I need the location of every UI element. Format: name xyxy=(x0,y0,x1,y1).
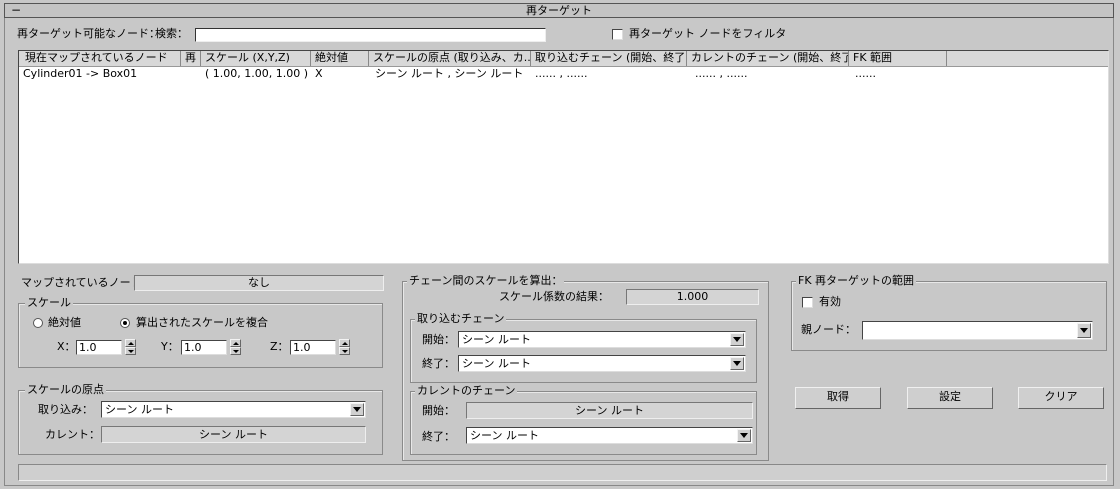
parent-node-label: 親ノード： xyxy=(801,323,856,336)
cell-mapped-node: Cylinder01 -> Box01 xyxy=(23,67,138,80)
filter-checkbox[interactable] xyxy=(612,29,623,40)
fk-range-group: FK 再ターゲットの範囲 xyxy=(791,274,1107,351)
import-start-value: シーン ルート xyxy=(462,333,531,346)
chevron-down-icon[interactable] xyxy=(730,333,744,346)
x-label: X： xyxy=(57,340,76,353)
cell-scale-origin: シーン ルート , シーン ルート xyxy=(375,67,524,80)
origin-current-value: シーン ルート xyxy=(101,426,366,443)
fk-range-title: FK 再ターゲットの範囲 xyxy=(796,274,917,288)
cell-absolute: X xyxy=(315,67,323,80)
origin-import-dropdown[interactable]: シーン ルート xyxy=(101,401,366,418)
scale-result-label: スケール係数の結果： xyxy=(499,290,609,303)
col-absolute[interactable]: 絶対値 xyxy=(311,51,369,66)
parent-node-dropdown[interactable] xyxy=(862,321,1093,340)
cell-fk-range: ...... xyxy=(855,67,876,80)
chevron-down-icon[interactable] xyxy=(350,403,364,416)
x-spinner[interactable] xyxy=(125,339,136,356)
origin-import-label: 取り込み： xyxy=(38,403,93,416)
import-start-label: 開始： xyxy=(422,333,455,346)
fk-enabled-label: 有効 xyxy=(819,295,841,308)
scale-group: スケール xyxy=(18,296,383,368)
table-header: 現在マップされているノード 再 スケール (X,Y,Z) 絶対値 スケールの原点… xyxy=(19,51,1108,67)
chevron-down-icon[interactable] xyxy=(730,357,744,370)
col-mapped-node[interactable]: 現在マップされているノード xyxy=(21,51,181,66)
retargetable-nodes-label: 再ターゲット可能なノード： xyxy=(17,27,160,40)
current-chain-title: カレントのチェーン xyxy=(415,384,518,398)
y-input[interactable]: 1.0 xyxy=(181,340,227,355)
current-end-dropdown[interactable]: シーン ルート xyxy=(466,427,753,444)
z-spinner[interactable] xyxy=(339,339,350,356)
cell-scale: ( 1.00, 1.00, 1.00 ) xyxy=(205,67,309,80)
mapping-table[interactable]: 現在マップされているノード 再 スケール (X,Y,Z) 絶対値 スケールの原点… xyxy=(18,50,1109,264)
scale-group-title: スケール xyxy=(25,296,73,310)
search-label: 検索： xyxy=(155,27,188,40)
search-input[interactable] xyxy=(195,28,546,42)
mapped-node-value: なし xyxy=(134,275,384,291)
chevron-down-icon[interactable] xyxy=(1077,323,1091,338)
import-chain-group: 取り込むチェーン xyxy=(410,312,757,383)
import-end-value: シーン ルート xyxy=(462,357,531,370)
origin-current-label: カレント： xyxy=(45,428,100,441)
current-start-value: シーン ルート xyxy=(466,402,753,419)
rollout-title: 再ターゲット xyxy=(526,4,592,17)
col-current-chain[interactable]: カレントのチェーン (開始、終了) xyxy=(687,51,849,66)
rollout-header[interactable]: − 再ターゲット xyxy=(4,3,1114,18)
cell-current-chain: ...... , ...... xyxy=(695,67,748,80)
status-bar xyxy=(18,464,1107,481)
import-start-dropdown[interactable]: シーン ルート xyxy=(458,331,746,348)
scale-origin-title: スケールの原点 xyxy=(25,383,106,397)
col-scale-origin[interactable]: スケールの原点 (取り込み、カ... xyxy=(369,51,531,66)
current-chain-group: カレントのチェーン xyxy=(410,384,757,455)
col-re[interactable]: 再 xyxy=(181,51,201,66)
y-spinner[interactable] xyxy=(230,339,241,356)
absolute-radio[interactable] xyxy=(33,318,43,328)
col-scale[interactable]: スケール (X,Y,Z) xyxy=(201,51,311,66)
x-input[interactable]: 1.0 xyxy=(76,340,122,355)
cell-import-chain: ...... , ...... xyxy=(535,67,588,80)
z-label: Z： xyxy=(270,340,289,353)
import-end-label: 終了： xyxy=(422,357,455,370)
set-button[interactable]: 設定 xyxy=(907,387,993,409)
get-button[interactable]: 取得 xyxy=(795,387,881,409)
absolute-label: 絶対値 xyxy=(48,316,81,329)
origin-import-value: シーン ルート xyxy=(105,403,174,416)
chain-scale-title: チェーン間のスケールを算出： xyxy=(407,274,565,288)
y-label: Y： xyxy=(161,340,179,353)
import-chain-title: 取り込むチェーン xyxy=(415,312,507,326)
composite-radio[interactable] xyxy=(120,318,130,328)
current-end-value: シーン ルート xyxy=(470,429,539,442)
col-import-chain[interactable]: 取り込むチェーン (開始、終了) xyxy=(531,51,687,66)
col-fk-range[interactable]: FK 範囲 xyxy=(849,51,947,66)
z-input[interactable]: 1.0 xyxy=(290,340,336,355)
filter-label: 再ターゲット ノードをフィルタ xyxy=(629,27,787,40)
current-start-label: 開始： xyxy=(422,404,455,417)
composite-label: 算出されたスケールを複合 xyxy=(136,316,268,329)
clear-button[interactable]: クリア xyxy=(1018,387,1104,409)
current-end-label: 終了： xyxy=(422,430,455,443)
import-end-dropdown[interactable]: シーン ルート xyxy=(458,355,746,372)
scale-origin-group: スケールの原点 xyxy=(18,383,383,455)
chevron-down-icon[interactable] xyxy=(737,429,751,442)
mapped-node-label: マップされているノード： xyxy=(21,276,153,289)
fk-enabled-checkbox[interactable] xyxy=(802,297,813,308)
scale-result-value: 1.000 xyxy=(626,289,759,305)
